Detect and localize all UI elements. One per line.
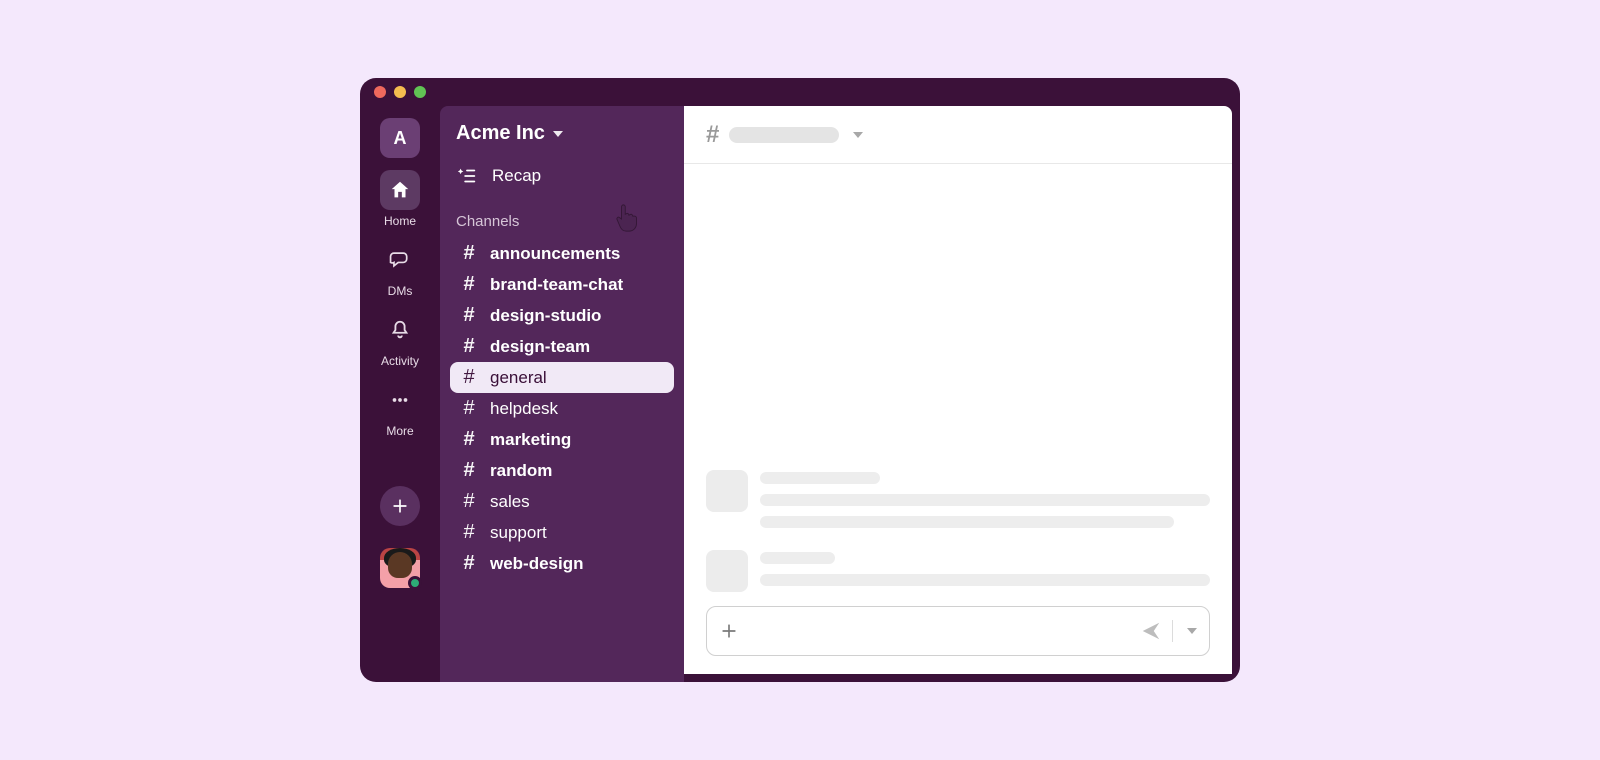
hash-icon: # bbox=[462, 366, 476, 389]
channel-name: support bbox=[490, 523, 547, 543]
message-placeholder bbox=[706, 470, 1210, 528]
channel-name-placeholder bbox=[729, 127, 839, 143]
rail-item-activity[interactable]: Activity bbox=[360, 310, 440, 368]
dms-icon bbox=[380, 240, 420, 280]
rail-label: Activity bbox=[381, 354, 419, 368]
channel-item-design-studio[interactable]: # design-studio bbox=[450, 300, 674, 331]
rail-label: Home bbox=[384, 214, 416, 228]
rail-item-dms[interactable]: DMs bbox=[360, 240, 440, 298]
hash-icon: # bbox=[462, 273, 476, 296]
hash-icon: # bbox=[462, 304, 476, 327]
fullscreen-icon[interactable] bbox=[414, 86, 426, 98]
channel-header[interactable]: # bbox=[684, 106, 1232, 164]
channel-item-web-design[interactable]: # web-design bbox=[450, 548, 674, 579]
presence-indicator bbox=[408, 576, 422, 590]
channel-list: # announcements # brand-team-chat # design-st… bbox=[450, 238, 674, 579]
main-pane: # bbox=[684, 106, 1232, 674]
chevron-down-icon bbox=[853, 132, 863, 138]
channel-name: brand-team-chat bbox=[490, 275, 623, 295]
hash-icon: # bbox=[462, 397, 476, 420]
channels-header[interactable]: Channels bbox=[450, 195, 674, 238]
more-icon bbox=[380, 380, 420, 420]
nav-rail: A Home DMs Activity bbox=[360, 106, 440, 682]
avatar-placeholder bbox=[706, 470, 748, 512]
home-icon bbox=[380, 170, 420, 210]
message-list bbox=[684, 164, 1232, 606]
chevron-down-icon bbox=[553, 131, 563, 137]
minimize-icon[interactable] bbox=[394, 86, 406, 98]
channel-item-marketing[interactable]: # marketing bbox=[450, 424, 674, 455]
send-icon[interactable] bbox=[1140, 620, 1162, 642]
channel-name: web-design bbox=[490, 554, 584, 574]
channel-item-support[interactable]: # support bbox=[450, 517, 674, 548]
channel-name: design-studio bbox=[490, 306, 601, 326]
channel-item-brand-team-chat[interactable]: # brand-team-chat bbox=[450, 269, 674, 300]
user-avatar[interactable] bbox=[380, 548, 420, 588]
add-button[interactable] bbox=[380, 486, 420, 526]
channel-name: announcements bbox=[490, 244, 620, 264]
hash-icon: # bbox=[462, 428, 476, 451]
message-composer[interactable] bbox=[706, 606, 1210, 656]
app-body: A Home DMs Activity bbox=[360, 106, 1240, 682]
hash-icon: # bbox=[462, 242, 476, 265]
workspace-name: Acme Inc bbox=[456, 122, 545, 145]
rail-label: DMs bbox=[388, 284, 413, 298]
plus-icon[interactable] bbox=[719, 621, 739, 641]
message-placeholder bbox=[706, 550, 1210, 592]
channel-item-helpdesk[interactable]: # helpdesk bbox=[450, 393, 674, 424]
recap-label: Recap bbox=[492, 166, 541, 186]
titlebar bbox=[360, 78, 1240, 106]
channel-name: helpdesk bbox=[490, 399, 558, 419]
rail-label: More bbox=[386, 424, 413, 438]
hash-icon: # bbox=[462, 552, 476, 575]
workspace-menu[interactable]: Acme Inc bbox=[450, 118, 674, 157]
rail-item-home[interactable]: Home bbox=[360, 170, 440, 228]
rail-item-more[interactable]: More bbox=[360, 380, 440, 438]
channel-name: design-team bbox=[490, 337, 590, 357]
chevron-down-icon[interactable] bbox=[1187, 628, 1197, 634]
channel-name: random bbox=[490, 461, 552, 481]
channel-item-announcements[interactable]: # announcements bbox=[450, 238, 674, 269]
hash-icon: # bbox=[462, 335, 476, 358]
close-icon[interactable] bbox=[374, 86, 386, 98]
hash-icon: # bbox=[706, 121, 719, 149]
hash-icon: # bbox=[462, 521, 476, 544]
hash-icon: # bbox=[462, 490, 476, 513]
workspace-switcher[interactable]: A bbox=[380, 118, 420, 158]
sparkle-list-icon bbox=[456, 165, 478, 187]
channel-item-design-team[interactable]: # design-team bbox=[450, 331, 674, 362]
pointer-cursor-icon bbox=[614, 201, 644, 235]
channel-item-random[interactable]: # random bbox=[450, 455, 674, 486]
channel-sidebar: Acme Inc Recap Channels # announcements # b… bbox=[440, 106, 684, 682]
channel-name: marketing bbox=[490, 430, 571, 450]
bell-icon bbox=[380, 310, 420, 350]
recap-button[interactable]: Recap bbox=[450, 157, 674, 195]
app-window: A Home DMs Activity bbox=[360, 78, 1240, 682]
channel-name: general bbox=[490, 368, 547, 388]
channel-name: sales bbox=[490, 492, 530, 512]
avatar-placeholder bbox=[706, 550, 748, 592]
channel-item-sales[interactable]: # sales bbox=[450, 486, 674, 517]
hash-icon: # bbox=[462, 459, 476, 482]
channel-item-general[interactable]: # general bbox=[450, 362, 674, 393]
